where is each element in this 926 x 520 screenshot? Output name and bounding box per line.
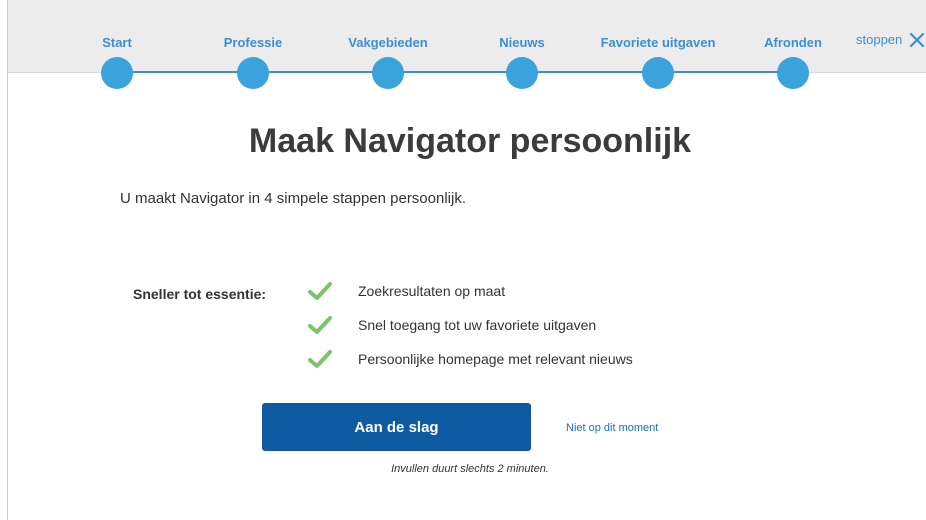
step-dot-favoriete-uitgaven [642,57,674,89]
not-now-link[interactable]: Niet op dit moment [566,422,658,434]
stop-button[interactable]: stoppen [856,30,926,48]
check-icon [308,316,332,334]
step-dot-nieuws [506,57,538,89]
step-label-vakgebieden: Vakgebieden [348,35,428,50]
step-dot-start [101,57,133,89]
step-label-afronden: Afronden [764,35,822,50]
duration-note: Invullen duurt slechts 2 minuten. [391,463,549,475]
check-icon [308,282,332,300]
step-label-professie: Professie [223,35,283,50]
page-subtitle: U maakt Navigator in 4 simpele stappen p… [120,190,467,207]
benefit-text: Persoonlijke homepage met relevant nieuw… [358,351,633,367]
step-dot-afronden [777,57,809,89]
step-label-nieuws: Nieuws [499,35,545,50]
benefit-item: Snel toegang tot uw favoriete uitgaven [308,315,596,335]
step-label-start: Start [102,35,132,50]
benefit-text: Snel toegang tot uw favoriete uitgaven [358,317,597,333]
close-icon[interactable] [908,31,926,49]
benefit-item: Zoekresultaten op maat [308,281,505,301]
step-dot-professie [237,57,269,89]
check-icon [308,350,332,368]
page-title: Maak Navigator persoonlijk [248,122,692,160]
benefit-item: Persoonlijke homepage met relevant nieuw… [308,349,633,369]
benefits-label: Sneller tot essentie: [133,286,267,302]
step-label-favoriete-uitgaven: Favoriete uitgaven [600,35,716,50]
get-started-button[interactable]: Aan de slag [262,403,531,451]
benefit-text: Zoekresultaten op maat [358,283,506,299]
step-dot-vakgebieden [372,57,404,89]
stop-label: stoppen [856,31,903,47]
stepper-line [117,71,793,73]
